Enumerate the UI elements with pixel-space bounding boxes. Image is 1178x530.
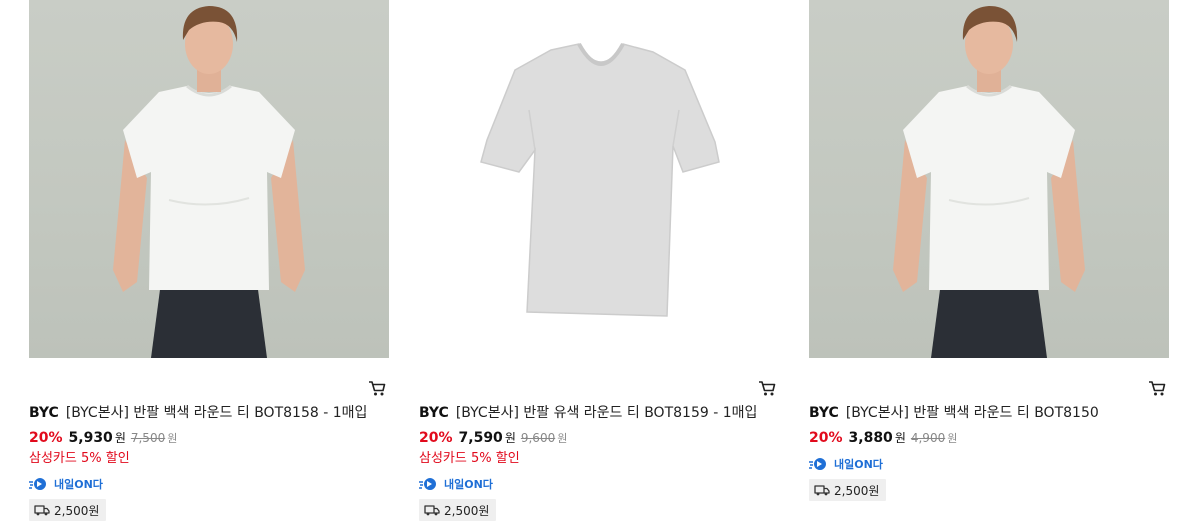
model-white-tshirt-image: [113, 6, 305, 358]
product-image[interactable]: [29, 0, 389, 358]
product-name[interactable]: [BYC본사] 반팔 백색 라운드 티 BOT8158 - 1매입: [66, 405, 368, 421]
price-row: 20% 7,590 원 9,600 원: [419, 428, 779, 450]
product-image[interactable]: [419, 0, 779, 358]
shipping-fee-label: 2,500원: [54, 503, 100, 518]
original-price-unit: 원: [557, 432, 568, 445]
badge-label: 내일ON다: [54, 478, 103, 491]
badge-label: 내일ON다: [444, 478, 493, 491]
price-unit: 원: [894, 431, 906, 445]
cart-row: [809, 358, 1169, 404]
badge-label: 내일ON다: [834, 458, 883, 471]
discount-rate: 20%: [29, 430, 63, 446]
delivery-badge: 내일ON다: [419, 474, 779, 494]
add-to-cart-button[interactable]: [757, 378, 777, 398]
shipping-fee: 2,500원: [809, 479, 887, 501]
product-card[interactable]: BYC [BYC본사] 반팔 백색 라운드 티 BOT8150 20% 3,880 원…: [809, 0, 1169, 501]
shipping-fee-label: 2,500원: [834, 483, 880, 498]
price-unit: 원: [114, 431, 126, 445]
product-title[interactable]: BYC [BYC본사] 반팔 유색 라운드 티 BOT8159 - 1매입: [419, 404, 779, 426]
discount-rate: 20%: [419, 430, 453, 446]
product-title[interactable]: BYC [BYC본사] 반팔 백색 라운드 티 BOT8150: [809, 404, 1169, 426]
product-card[interactable]: BYC [BYC본사] 반팔 백색 라운드 티 BOT8158 - 1매입 20%…: [29, 0, 389, 521]
add-to-cart-button[interactable]: [367, 378, 387, 398]
card-promo: 삼성카드 5% 할인: [29, 451, 130, 466]
brand-name: BYC: [809, 405, 839, 421]
rocket-delivery-icon: [419, 478, 436, 491]
card-promo: 삼성카드 5% 할인: [419, 451, 520, 466]
delivery-truck-icon: [814, 485, 830, 496]
price-row: 20% 5,930 원 7,500 원: [29, 428, 389, 450]
delivery-truck-icon: [424, 505, 440, 516]
original-price-unit: 원: [947, 432, 958, 445]
original-price: 4,900: [910, 431, 946, 445]
cart-row: [419, 358, 779, 404]
shipping-fee: 2,500원: [29, 499, 107, 521]
product-grid: BYC [BYC본사] 반팔 백색 라운드 티 BOT8158 - 1매입 20%…: [0, 0, 1178, 530]
rocket-delivery-icon: [29, 478, 46, 491]
price-unit: 원: [504, 431, 516, 445]
cart-row: [29, 358, 389, 404]
original-price: 7,500: [130, 431, 166, 445]
product-name[interactable]: [BYC본사] 반팔 유색 라운드 티 BOT8159 - 1매입: [456, 405, 758, 421]
discount-rate: 20%: [809, 430, 843, 446]
add-to-cart-button[interactable]: [1147, 378, 1167, 398]
grey-tshirt-image: [480, 43, 720, 317]
sale-price: 7,590: [458, 430, 503, 446]
original-price-unit: 원: [167, 432, 178, 445]
shipping-fee-label: 2,500원: [444, 503, 490, 518]
shopping-cart-icon: [1149, 381, 1166, 396]
sale-price: 3,880: [848, 430, 893, 446]
product-card[interactable]: BYC [BYC본사] 반팔 유색 라운드 티 BOT8159 - 1매입 20%…: [419, 0, 779, 521]
shopping-cart-icon: [369, 381, 386, 396]
delivery-badge: 내일ON다: [809, 454, 1169, 474]
brand-name: BYC: [29, 405, 59, 421]
model-white-tshirt-image: [893, 6, 1085, 358]
product-name[interactable]: [BYC본사] 반팔 백색 라운드 티 BOT8150: [846, 405, 1099, 421]
rocket-delivery-icon: [809, 458, 826, 471]
shopping-cart-icon: [759, 381, 776, 396]
price-row: 20% 3,880 원 4,900 원: [809, 428, 1169, 450]
original-price: 9,600: [520, 431, 556, 445]
product-title[interactable]: BYC [BYC본사] 반팔 백색 라운드 티 BOT8158 - 1매입: [29, 404, 389, 426]
delivery-badge: 내일ON다: [29, 474, 389, 494]
product-image[interactable]: [809, 0, 1169, 358]
shipping-fee: 2,500원: [419, 499, 497, 521]
brand-name: BYC: [419, 405, 449, 421]
delivery-truck-icon: [34, 505, 50, 516]
sale-price: 5,930: [68, 430, 113, 446]
